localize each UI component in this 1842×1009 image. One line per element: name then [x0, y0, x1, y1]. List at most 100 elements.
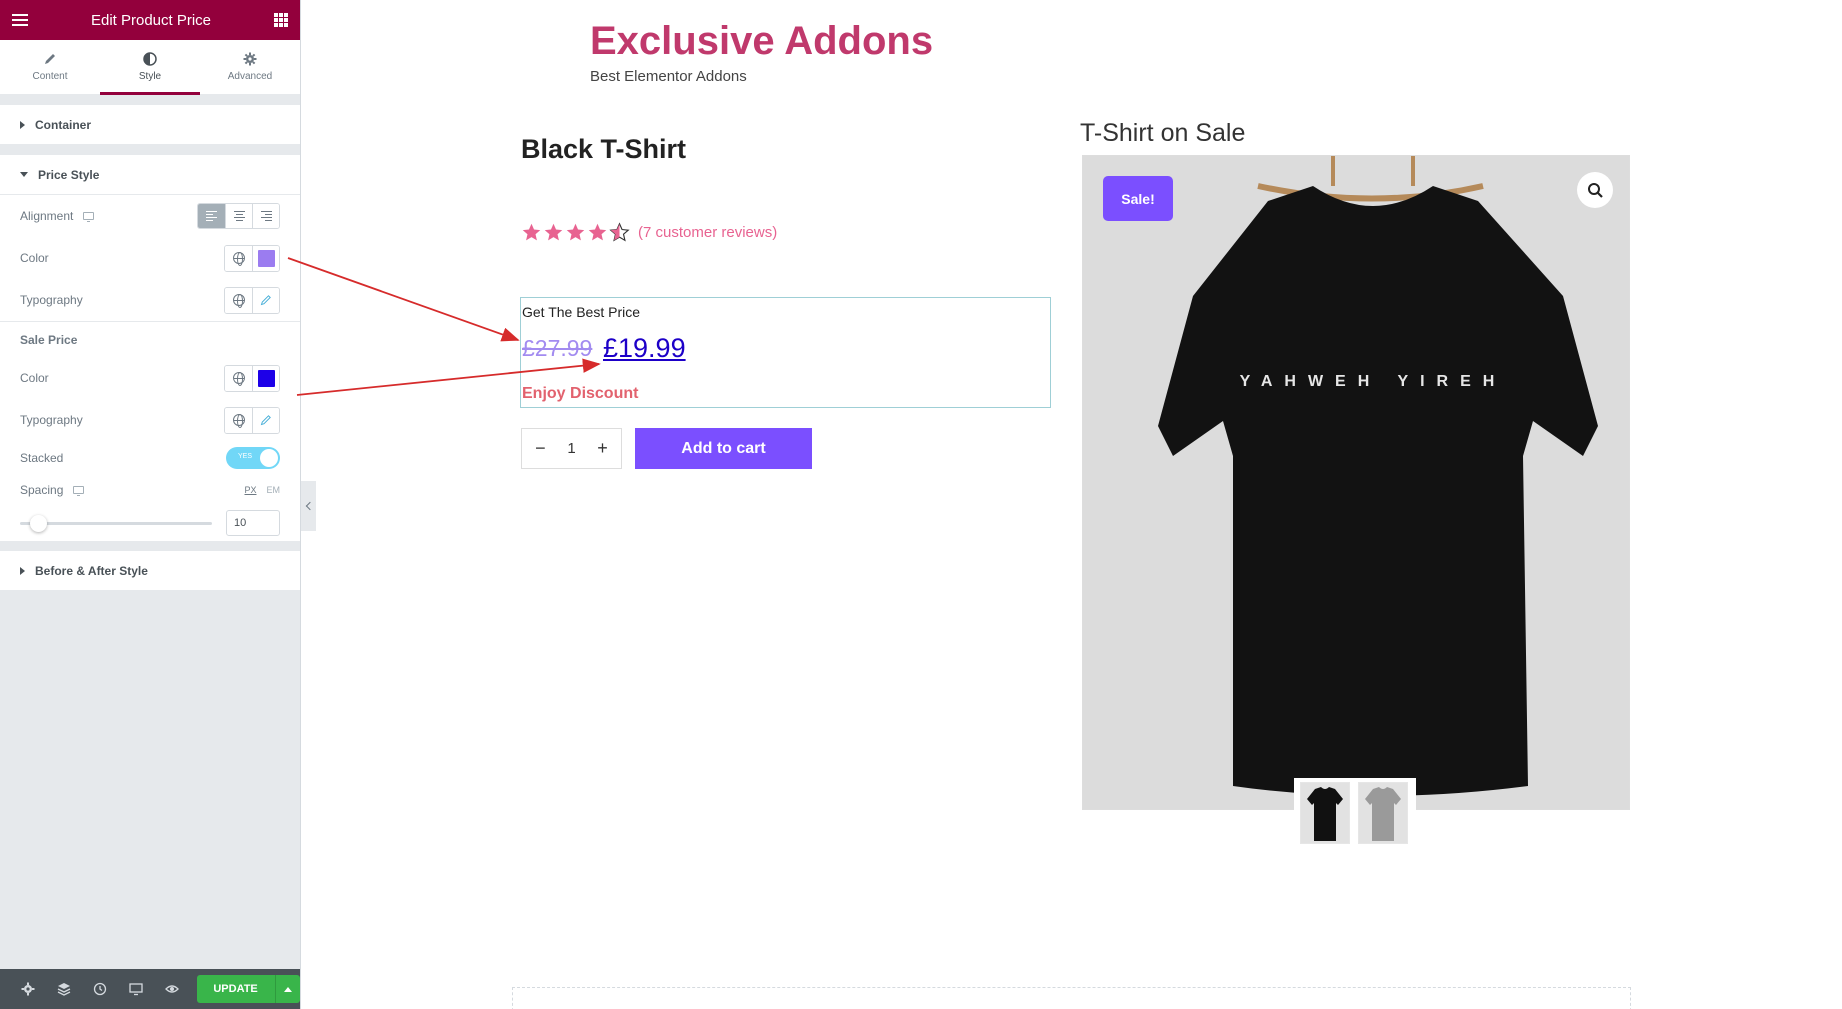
- quantity-increase-button[interactable]: +: [593, 438, 613, 459]
- gear-icon: [21, 982, 35, 996]
- save-options-button[interactable]: [274, 975, 300, 1003]
- align-center-button[interactable]: [225, 204, 252, 228]
- tab-content-label: Content: [32, 71, 68, 82]
- history-button[interactable]: [82, 969, 118, 1009]
- section-container-title: Container: [35, 117, 92, 132]
- product-gallery[interactable]: YAHWEH YIREH Sale!: [1082, 155, 1630, 810]
- sale-badge: Sale!: [1103, 176, 1173, 221]
- price-color-control: Color: [0, 237, 300, 279]
- responsive-button[interactable]: [118, 969, 154, 1009]
- black-shirt-thumbnail-icon: [1301, 783, 1349, 843]
- menu-icon[interactable]: [12, 14, 28, 26]
- unit-px[interactable]: PX: [244, 485, 256, 495]
- regular-price: £27.99: [522, 335, 593, 361]
- global-typography-button[interactable]: [225, 287, 252, 313]
- section-price-style-header[interactable]: Price Style: [0, 155, 300, 195]
- star-icon: [544, 223, 563, 241]
- grey-shirt-thumbnail-icon: [1359, 783, 1407, 843]
- tab-style[interactable]: Style: [100, 40, 200, 95]
- search-icon: [1587, 182, 1603, 198]
- align-left-icon: [206, 211, 217, 221]
- panel-header: Edit Product Price: [0, 0, 300, 40]
- stacked-toggle[interactable]: YES: [226, 447, 280, 469]
- global-color-button[interactable]: [225, 245, 252, 271]
- star-icon: [566, 223, 585, 241]
- unit-switcher: PX EM: [244, 485, 280, 495]
- reviews-link[interactable]: (7 customer reviews): [638, 224, 777, 241]
- pencil-icon: [260, 415, 271, 426]
- align-left-button[interactable]: [198, 204, 225, 228]
- panel-tabs: Content Style Advanced: [0, 40, 300, 95]
- slider-handle[interactable]: [30, 514, 47, 532]
- site-tagline: Best Elementor Addons: [590, 68, 747, 85]
- section-before-after-header[interactable]: Before & After Style: [0, 551, 300, 591]
- desktop-icon[interactable]: [73, 486, 85, 496]
- sale-color-picker[interactable]: [252, 365, 279, 391]
- site-title[interactable]: Exclusive Addons: [590, 19, 933, 64]
- widgets-grid-icon[interactable]: [274, 13, 288, 27]
- spacing-slider[interactable]: [20, 514, 212, 532]
- contrast-icon: [143, 52, 157, 66]
- globe-icon: [232, 252, 245, 266]
- global-color-button[interactable]: [225, 365, 252, 391]
- sale-price-heading: Sale Price: [0, 321, 300, 357]
- tab-advanced[interactable]: Advanced: [200, 40, 300, 94]
- thumbnail-grey-shirt[interactable]: [1358, 782, 1408, 844]
- gallery-title: T-Shirt on Sale: [1080, 119, 1246, 147]
- price-color-picker[interactable]: [252, 245, 279, 271]
- product-title: Black T-Shirt: [521, 134, 687, 164]
- product-rating: (7 customer reviews): [521, 222, 777, 243]
- section-container: Container: [0, 105, 300, 145]
- add-section-dropzone[interactable]: [512, 987, 1631, 1009]
- stacked-control: Stacked YES: [0, 441, 300, 475]
- edit-typography-button[interactable]: [252, 287, 279, 313]
- monitor-icon: [129, 983, 144, 996]
- preview-button[interactable]: [154, 969, 190, 1009]
- price-typography-control: Typography: [0, 279, 300, 321]
- price-typography-label: Typography: [20, 293, 83, 307]
- unit-em[interactable]: EM: [267, 485, 281, 495]
- update-button[interactable]: UPDATE: [197, 975, 275, 1003]
- discount-text: Enjoy Discount: [522, 385, 639, 402]
- stacked-toggle-text: YES: [238, 453, 253, 460]
- collapse-panel-handle[interactable]: [301, 481, 316, 531]
- section-price-style-title: Price Style: [38, 167, 100, 182]
- thumbnail-black-shirt[interactable]: [1300, 782, 1350, 844]
- section-price-style: Price Style Alignment Color Typography S…: [0, 155, 300, 541]
- tab-content[interactable]: Content: [0, 40, 100, 94]
- navigator-button[interactable]: [46, 969, 82, 1009]
- layers-icon: [57, 983, 71, 996]
- sale-price: £19.99: [603, 333, 686, 363]
- star-icon: [588, 223, 607, 241]
- caret-down-icon: [20, 172, 28, 177]
- global-typography-button[interactable]: [225, 407, 252, 433]
- alignment-choices: [197, 203, 280, 229]
- quantity-decrease-button[interactable]: −: [530, 438, 550, 459]
- add-to-cart-button[interactable]: Add to cart: [635, 428, 812, 469]
- settings-button[interactable]: [10, 969, 46, 1009]
- align-right-button[interactable]: [252, 204, 279, 228]
- chevron-left-icon: [305, 501, 315, 511]
- quantity-stepper: − 1 +: [521, 428, 622, 469]
- pencil-icon: [45, 54, 55, 64]
- spacing-slider-row: 10: [0, 505, 300, 541]
- arrow-price-color: [287, 257, 520, 342]
- history-icon: [94, 982, 107, 996]
- globe-icon: [232, 294, 245, 308]
- product-price-widget[interactable]: Get The Best Price £27.99 £19.99 Enjoy D…: [520, 297, 1051, 408]
- edit-typography-button[interactable]: [252, 407, 279, 433]
- price-color-label: Color: [20, 251, 49, 265]
- desktop-icon[interactable]: [83, 212, 95, 222]
- spacing-label: Spacing: [20, 483, 64, 497]
- sale-typography-label: Typography: [20, 413, 83, 427]
- pencil-icon: [260, 295, 271, 306]
- chevron-up-icon: [283, 986, 292, 992]
- panel-title: Edit Product Price: [90, 11, 212, 29]
- zoom-button[interactable]: [1577, 172, 1613, 208]
- quantity-input[interactable]: 1: [567, 440, 575, 457]
- section-container-header[interactable]: Container: [0, 105, 300, 145]
- spacing-input[interactable]: 10: [226, 510, 280, 536]
- shirt-print-text: YAHWEH YIREH: [1240, 373, 1507, 390]
- tshirt-image: YAHWEH YIREH: [1083, 156, 1629, 809]
- spacing-control: Spacing PX EM: [0, 475, 300, 505]
